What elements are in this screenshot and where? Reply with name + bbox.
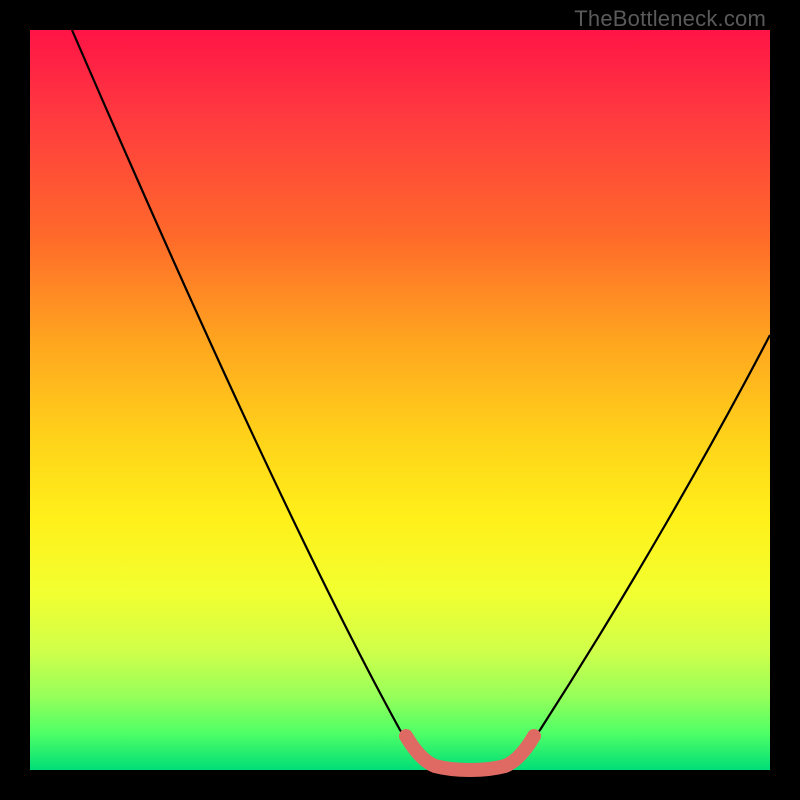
plot-area (30, 30, 770, 770)
chart-svg (30, 30, 770, 770)
optimal-region-highlight (406, 736, 534, 770)
bottleneck-curve (72, 30, 770, 770)
chart-frame: TheBottleneck.com (0, 0, 800, 800)
watermark-text: TheBottleneck.com (574, 6, 766, 32)
